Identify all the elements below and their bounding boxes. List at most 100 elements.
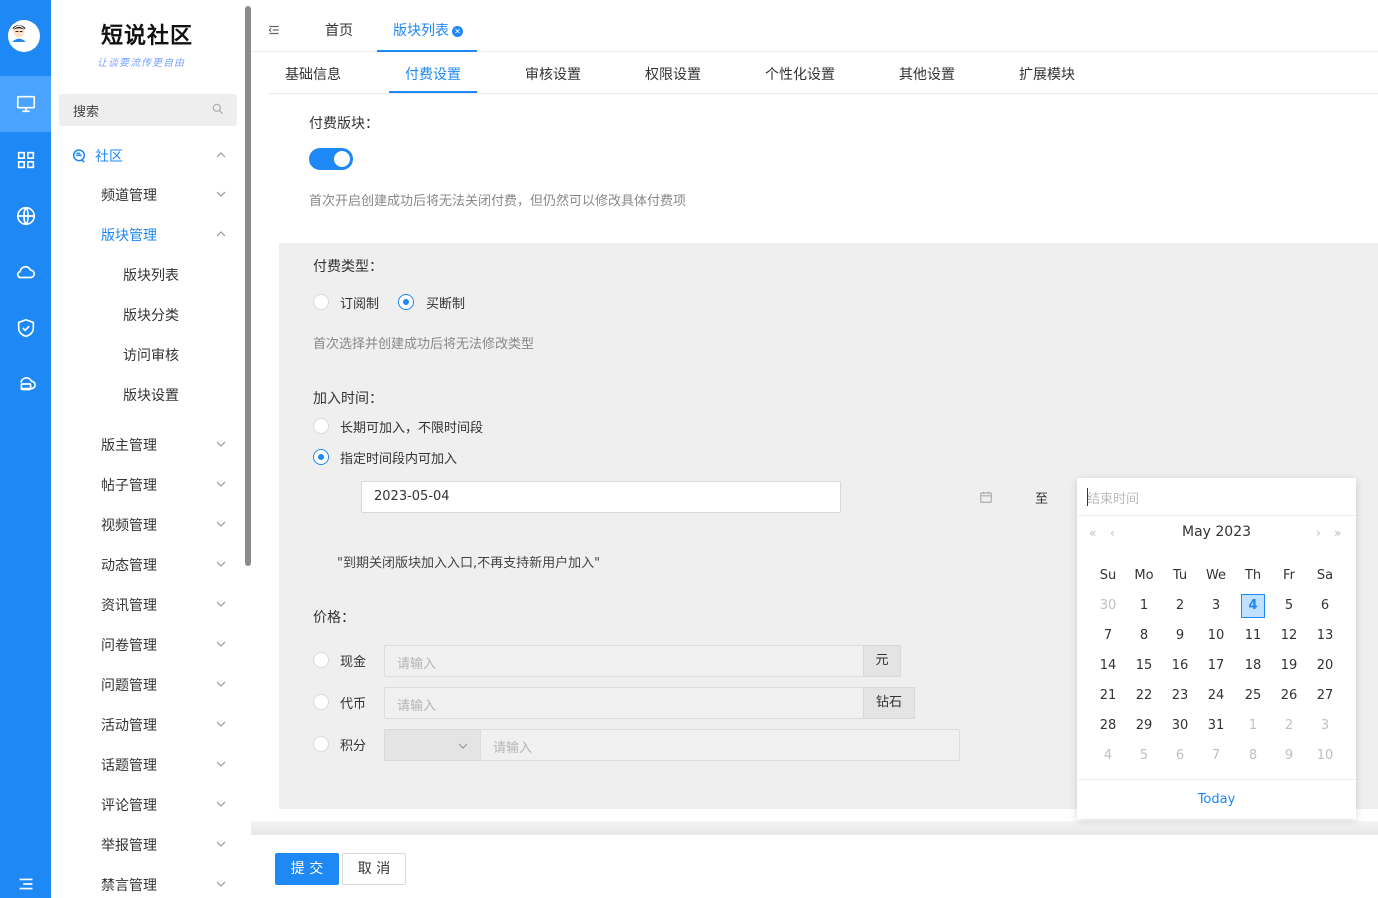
radio-join-period[interactable]: [313, 449, 329, 465]
chevron-down-icon[interactable]: [216, 559, 226, 569]
sidebar-item-survey[interactable]: 问卷管理: [101, 635, 157, 655]
calendar-day[interactable]: 15: [1126, 651, 1162, 681]
calendar-day[interactable]: 6: [1162, 741, 1198, 771]
calendar-day[interactable]: 30: [1090, 591, 1126, 621]
calendar-day[interactable]: 9: [1271, 741, 1307, 771]
chevron-down-icon[interactable]: [216, 719, 226, 729]
chevron-down-icon[interactable]: [216, 759, 226, 769]
tab-board-list[interactable]: 版块列表 ✕: [393, 20, 463, 40]
calendar-day[interactable]: 27: [1307, 681, 1343, 711]
calendar-day[interactable]: 6: [1307, 591, 1343, 621]
calendar-day[interactable]: 26: [1271, 681, 1307, 711]
globe-icon[interactable]: [0, 188, 51, 244]
calendar-day[interactable]: 16: [1162, 651, 1198, 681]
calendar-month-title[interactable]: May 2023: [1077, 524, 1356, 540]
calendar-day[interactable]: 1: [1235, 711, 1271, 741]
sidebar-sub-board-category[interactable]: 版块分类: [123, 305, 179, 325]
chevron-down-icon[interactable]: [216, 189, 226, 199]
calendar-day[interactable]: 18: [1235, 651, 1271, 681]
calendar-day[interactable]: 21: [1090, 681, 1126, 711]
calendar-day[interactable]: 3: [1198, 591, 1234, 621]
calendar-day[interactable]: 14: [1090, 651, 1126, 681]
calendar-day[interactable]: 13: [1307, 621, 1343, 651]
calendar-day[interactable]: 22: [1126, 681, 1162, 711]
start-date-input[interactable]: 2023-05-04: [361, 481, 841, 513]
sidebar-item-board[interactable]: 版块管理: [101, 225, 157, 245]
cancel-button[interactable]: 取 消: [342, 853, 406, 885]
next-year-icon[interactable]: »: [1334, 526, 1341, 540]
calendar-day[interactable]: 3: [1307, 711, 1343, 741]
sidebar-item-topics[interactable]: 话题管理: [101, 755, 157, 775]
calendar-day[interactable]: 8: [1126, 621, 1162, 651]
sidebar-search[interactable]: 搜索: [59, 94, 237, 126]
calendar-day[interactable]: 19: [1271, 651, 1307, 681]
radio-join-anytime[interactable]: [313, 418, 329, 434]
calendar-day[interactable]: 17: [1198, 651, 1234, 681]
calendar-day[interactable]: 4: [1090, 741, 1126, 771]
calendar-day[interactable]: 10: [1198, 621, 1234, 651]
fold-sidebar-icon[interactable]: [267, 23, 281, 37]
sidebar-sub-board-list[interactable]: 版块列表: [123, 265, 179, 285]
cloud-storage-icon[interactable]: [0, 356, 51, 412]
sidebar-item-questions[interactable]: 问题管理: [101, 675, 157, 695]
tab-review-settings[interactable]: 审核设置: [525, 64, 581, 84]
radio-price-points[interactable]: [313, 736, 329, 752]
tab-basic-info[interactable]: 基础信息: [285, 64, 341, 84]
calendar-day[interactable]: 9: [1162, 621, 1198, 651]
grid-icon[interactable]: [0, 132, 51, 188]
tab-payment-settings[interactable]: 付费设置: [405, 64, 461, 84]
calendar-day[interactable]: 12: [1271, 621, 1307, 651]
chevron-down-icon[interactable]: [216, 479, 226, 489]
tab-permission-settings[interactable]: 权限设置: [645, 64, 701, 84]
avatar[interactable]: [8, 20, 40, 52]
tab-home[interactable]: 首页: [325, 20, 353, 40]
calendar-day[interactable]: 2: [1162, 591, 1198, 621]
radio-price-cash[interactable]: [313, 652, 329, 668]
calendar-day[interactable]: 8: [1235, 741, 1271, 771]
sidebar-scrollbar[interactable]: [245, 6, 251, 566]
chevron-down-icon[interactable]: [216, 799, 226, 809]
sidebar-item-feed[interactable]: 动态管理: [101, 555, 157, 575]
calendar-icon[interactable]: [979, 490, 993, 504]
tab-extensions[interactable]: 扩展模块: [1019, 64, 1075, 84]
today-button[interactable]: Today: [1077, 779, 1356, 819]
calendar-day[interactable]: 7: [1198, 741, 1234, 771]
collapse-menu-icon[interactable]: [0, 870, 51, 898]
sidebar-item-posts[interactable]: 帖子管理: [101, 475, 157, 495]
paid-board-toggle[interactable]: [309, 148, 353, 170]
sidebar-item-news[interactable]: 资讯管理: [101, 595, 157, 615]
sidebar-item-events[interactable]: 活动管理: [101, 715, 157, 735]
cash-price-input[interactable]: 请输入: [384, 645, 864, 677]
chevron-down-icon[interactable]: [216, 599, 226, 609]
chevron-down-icon[interactable]: [216, 439, 226, 449]
sidebar-root-community[interactable]: 社区: [71, 146, 123, 166]
calendar-day[interactable]: 7: [1090, 621, 1126, 651]
submit-button[interactable]: 提 交: [275, 853, 339, 885]
sidebar-item-moderator[interactable]: 版主管理: [101, 435, 157, 455]
calendar-day[interactable]: 24: [1198, 681, 1234, 711]
calendar-day[interactable]: 11: [1235, 621, 1271, 651]
calendar-day[interactable]: 20: [1307, 651, 1343, 681]
sidebar-item-video[interactable]: 视频管理: [101, 515, 157, 535]
sidebar-item-reports[interactable]: 举报管理: [101, 835, 157, 855]
calendar-day[interactable]: 25: [1235, 681, 1271, 711]
calendar-day-selected[interactable]: 4: [1235, 591, 1271, 621]
calendar-day[interactable]: 30: [1162, 711, 1198, 741]
sidebar-item-mute[interactable]: 禁言管理: [101, 875, 157, 895]
radio-buyout[interactable]: [398, 294, 414, 310]
radio-price-token[interactable]: [313, 694, 329, 710]
monitor-icon[interactable]: [0, 76, 51, 132]
chevron-down-icon[interactable]: [216, 839, 226, 849]
sidebar-item-channel[interactable]: 频道管理: [101, 185, 157, 205]
shield-icon[interactable]: [0, 300, 51, 356]
chevron-down-icon[interactable]: [216, 639, 226, 649]
points-price-input[interactable]: 请输入: [480, 729, 960, 761]
chevron-down-icon[interactable]: [216, 879, 226, 889]
calendar-day[interactable]: 23: [1162, 681, 1198, 711]
calendar-day[interactable]: 5: [1126, 741, 1162, 771]
calendar-day[interactable]: 1: [1126, 591, 1162, 621]
token-price-input[interactable]: 请输入: [384, 687, 864, 719]
sidebar-sub-access-review[interactable]: 访问审核: [123, 345, 179, 365]
chevron-up-icon[interactable]: [216, 150, 226, 160]
calendar-day[interactable]: 28: [1090, 711, 1126, 741]
